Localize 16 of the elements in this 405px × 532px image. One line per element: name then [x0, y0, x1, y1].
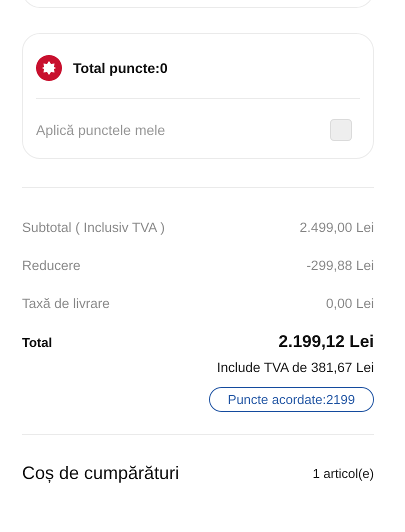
summary-label: Taxă de livrare — [22, 296, 110, 310]
apply-points-checkbox[interactable] — [330, 119, 352, 141]
total-value: 2.199,12 Lei — [278, 332, 374, 352]
summary-value: -299,88 Lei — [306, 258, 374, 272]
cart-count: 1 articol(e) — [312, 466, 374, 481]
apply-points-label: Aplică punctele mele — [36, 122, 166, 138]
star-badge-icon — [36, 54, 62, 80]
summary-value: 2.499,00 Lei — [300, 220, 374, 234]
cart-title: Coș de cumpărături — [22, 463, 180, 484]
points-awarded-badge: Puncte acordate:2199 — [208, 387, 374, 412]
summary-value: 0,00 Lei — [326, 296, 374, 310]
summary-label: Subtotal ( Inclusiv TVA ) — [22, 220, 165, 234]
summary-label: Reducere — [22, 258, 81, 272]
total-label: Total — [22, 334, 52, 350]
vat-note: Include TVA de 381,67 Lei — [216, 360, 374, 375]
points-total: Total puncte:0 — [73, 60, 168, 76]
